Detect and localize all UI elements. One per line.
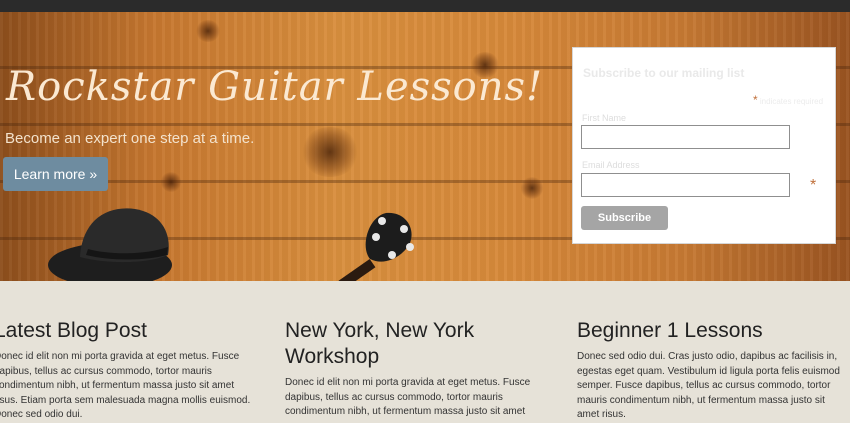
hero-banner: Rockstar Guitar Lessons! Become an exper…	[0, 12, 850, 281]
email-required-star: *	[810, 177, 817, 194]
column-body: Donec id elit non mi porta gravida at eg…	[285, 377, 531, 417]
fedora-hat-icon	[48, 208, 172, 281]
wood-knot	[195, 20, 221, 42]
column-title: New York, New York Workshop	[285, 319, 475, 368]
column-body: Donec id elit non mi porta gravida at eg…	[0, 351, 251, 420]
subscribe-button[interactable]: Subscribe	[581, 206, 668, 230]
banjo-headstock-icon	[338, 212, 414, 281]
wood-knot	[520, 177, 544, 199]
blog-post-column: Latest Blog Post Donec id elit non mi po…	[0, 318, 259, 423]
column-title: Beginner 1 Lessons	[577, 319, 763, 342]
wood-knot	[160, 172, 182, 192]
column-title: Latest Blog Post	[0, 319, 147, 342]
email-label: Email Address	[582, 160, 640, 170]
learn-more-button[interactable]: Learn more »	[3, 157, 108, 191]
top-bar	[0, 0, 850, 12]
first-name-label: First Name	[582, 113, 627, 123]
hero-subtitle: Become an expert one step at a time.	[5, 130, 255, 147]
required-note-text: indicates required	[759, 97, 824, 106]
email-field[interactable]	[581, 173, 790, 197]
required-note: * indicates required	[753, 93, 823, 107]
hero-title: Rockstar Guitar Lessons!	[6, 64, 544, 110]
required-star: *	[753, 93, 758, 107]
signup-heading: Subscribe to our mailing list	[583, 66, 745, 80]
mailing-list-signup-form: Subscribe to our mailing list * indicate…	[572, 47, 836, 244]
column-body: Donec sed odio dui. Cras justo odio, dap…	[577, 351, 840, 420]
lessons-column: Beginner 1 Lessons Donec sed odio dui. C…	[577, 318, 845, 423]
first-name-field[interactable]	[581, 125, 790, 149]
workshop-column: New York, New York Workshop Donec id eli…	[285, 318, 547, 420]
wood-knot	[300, 127, 360, 177]
